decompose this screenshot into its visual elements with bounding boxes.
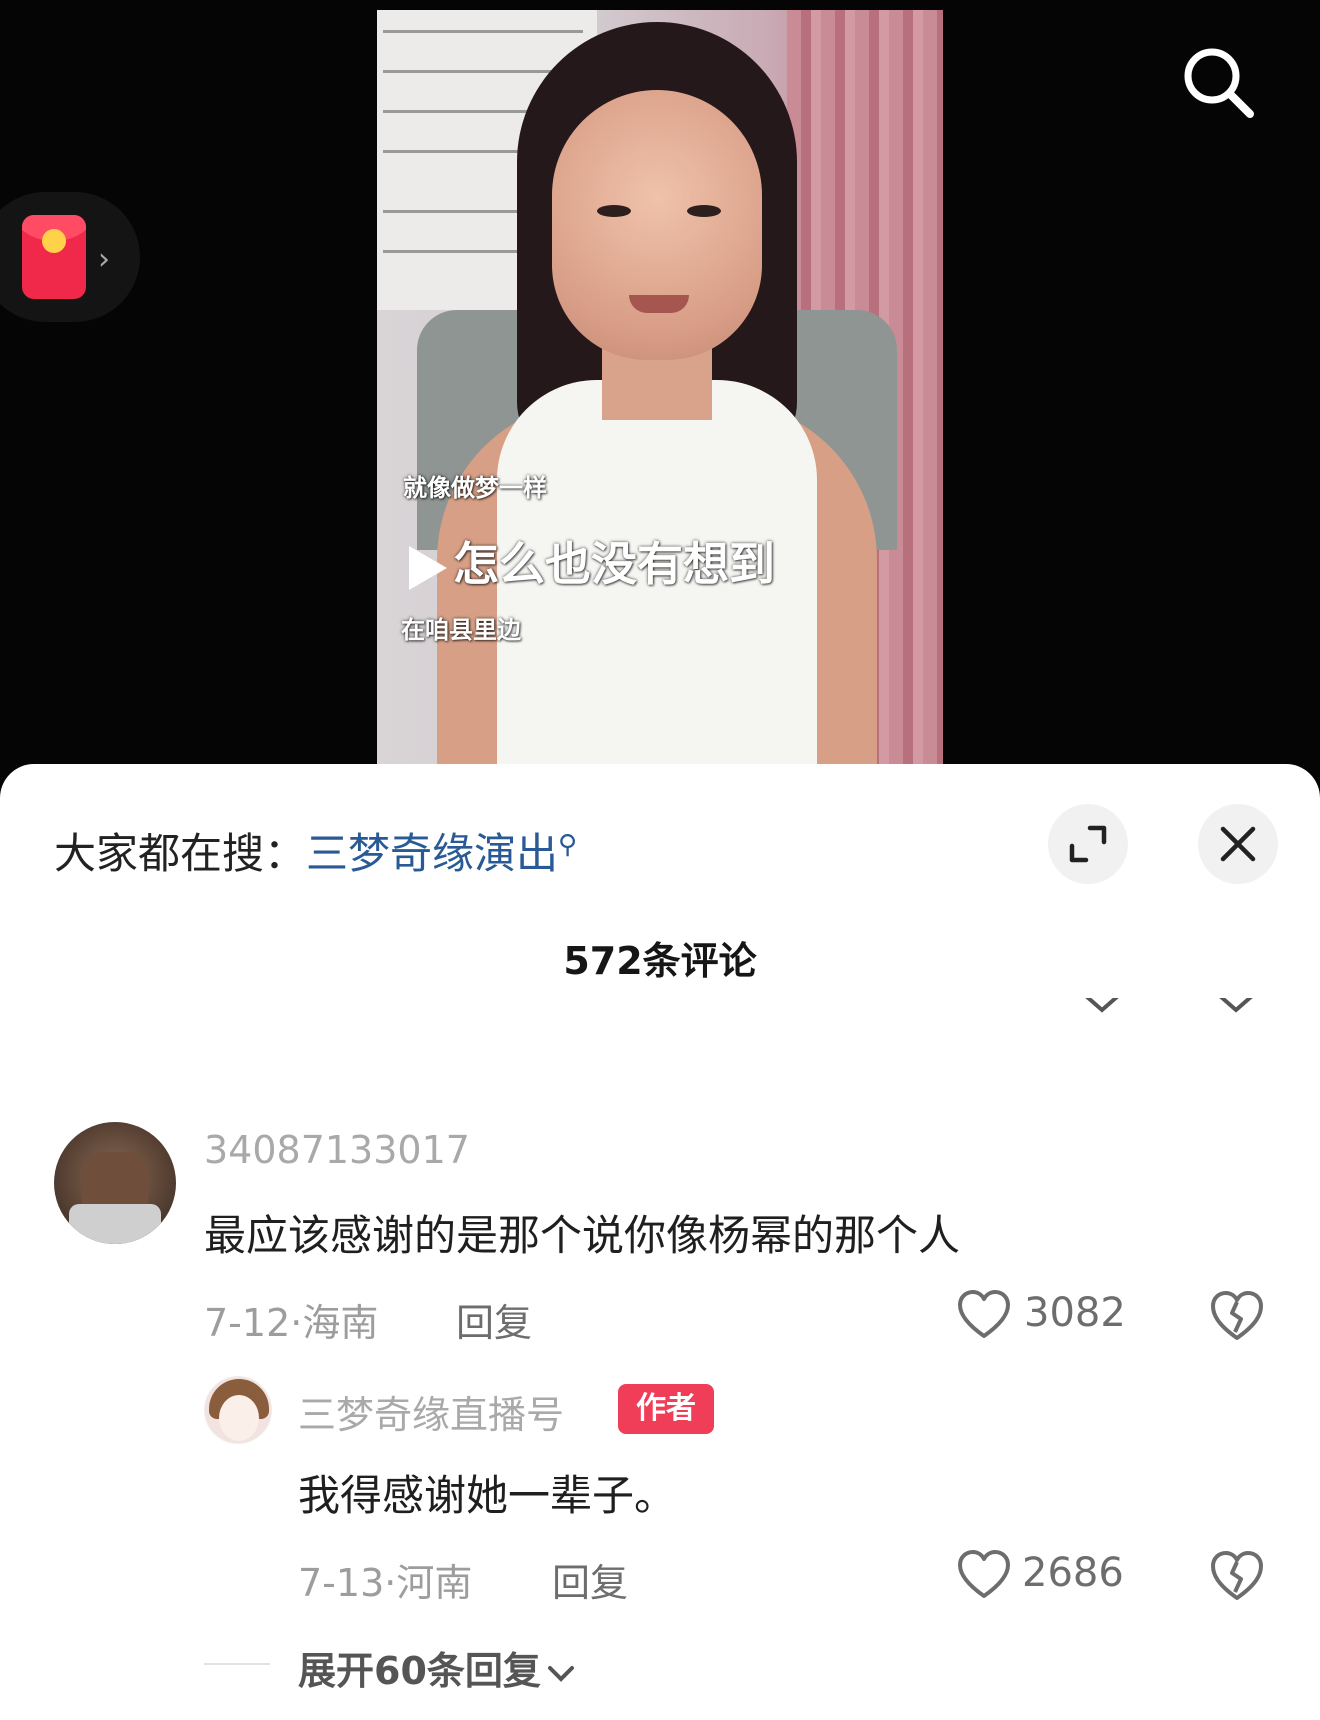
like-count: 3082	[1024, 1290, 1126, 1336]
hot-search-bar[interactable]: 大家都在搜：三梦奇缘演出⚲	[54, 820, 577, 881]
video-frame[interactable]: 就像做梦一样 怎么也没有想到 在咱县里边	[377, 10, 943, 765]
reply-username[interactable]: 三梦奇缘直播号	[298, 1384, 564, 1439]
video-player[interactable]: 就像做梦一样 怎么也没有想到 在咱县里边 ›	[0, 0, 1320, 790]
play-triangle-icon	[409, 545, 447, 590]
red-packet-icon	[22, 215, 86, 299]
chevron-down-icon	[1085, 998, 1119, 1013]
close-icon	[1220, 826, 1256, 862]
comment-count-title: 572条评论	[563, 939, 757, 983]
expand-button[interactable]	[1048, 804, 1128, 884]
subtitle-line-3: 在咱县里边	[401, 616, 521, 644]
expand-icon	[1069, 825, 1107, 863]
reply-button[interactable]: 回复	[456, 1292, 532, 1347]
comment-sheet: 大家都在搜：三梦奇缘演出⚲ 572条评论 34087133017 最应该感谢的是…	[0, 764, 1320, 1720]
comment-username[interactable]: 34087133017	[204, 1128, 470, 1172]
search-icon	[1184, 48, 1254, 118]
expand-replies-button[interactable]: 展开60条回复	[298, 1640, 577, 1695]
close-button[interactable]	[1198, 804, 1278, 884]
red-packet-button[interactable]: ›	[0, 192, 140, 322]
dislike-button[interactable]	[1208, 1548, 1266, 1606]
heart-icon	[958, 1550, 1010, 1598]
previous-comment-clipped	[0, 998, 1320, 1024]
comment-text: 最应该感谢的是那个说你像杨幂的那个人	[204, 1211, 961, 1260]
like-button[interactable]	[956, 1288, 1012, 1344]
coin-icon	[42, 229, 66, 253]
broken-heart-icon	[1211, 1551, 1263, 1600]
author-badge: 作者	[618, 1384, 714, 1434]
broken-heart-icon	[1211, 1291, 1263, 1340]
dislike-button[interactable]	[1208, 1288, 1266, 1346]
chevron-down-icon	[547, 1665, 574, 1682]
face	[552, 90, 762, 360]
left-eye	[597, 205, 631, 217]
right-eye	[687, 205, 721, 217]
expand-replies-label: 展开60条回复	[298, 1649, 541, 1693]
small-search-icon: ⚲	[558, 830, 578, 860]
like-button[interactable]	[956, 1548, 1012, 1604]
divider	[204, 1663, 270, 1665]
subtitle-line-2-text: 怎么也没有想到	[453, 537, 775, 591]
reply-date-location: 7-13·河南	[298, 1561, 473, 1605]
chevron-right-icon: ›	[98, 242, 110, 277]
mouth	[629, 295, 689, 313]
reply-button[interactable]: 回复	[552, 1552, 628, 1607]
chevron-down-icon	[1219, 998, 1253, 1013]
like-count: 2686	[1022, 1550, 1124, 1596]
heart-icon	[958, 1290, 1010, 1338]
search-button[interactable]	[1176, 40, 1262, 126]
reply-text: 我得感谢她一辈子。	[298, 1471, 677, 1520]
hot-search-label: 大家都在搜：	[54, 829, 307, 878]
avatar[interactable]	[54, 1122, 176, 1244]
avatar[interactable]	[204, 1376, 272, 1444]
subtitle-line-1: 就像做梦一样	[403, 474, 547, 502]
hot-search-keyword[interactable]: 三梦奇缘演出	[306, 829, 558, 878]
subtitle-line-2: 怎么也没有想到	[409, 528, 775, 594]
comment-date-location: 7-12·海南	[204, 1301, 379, 1345]
